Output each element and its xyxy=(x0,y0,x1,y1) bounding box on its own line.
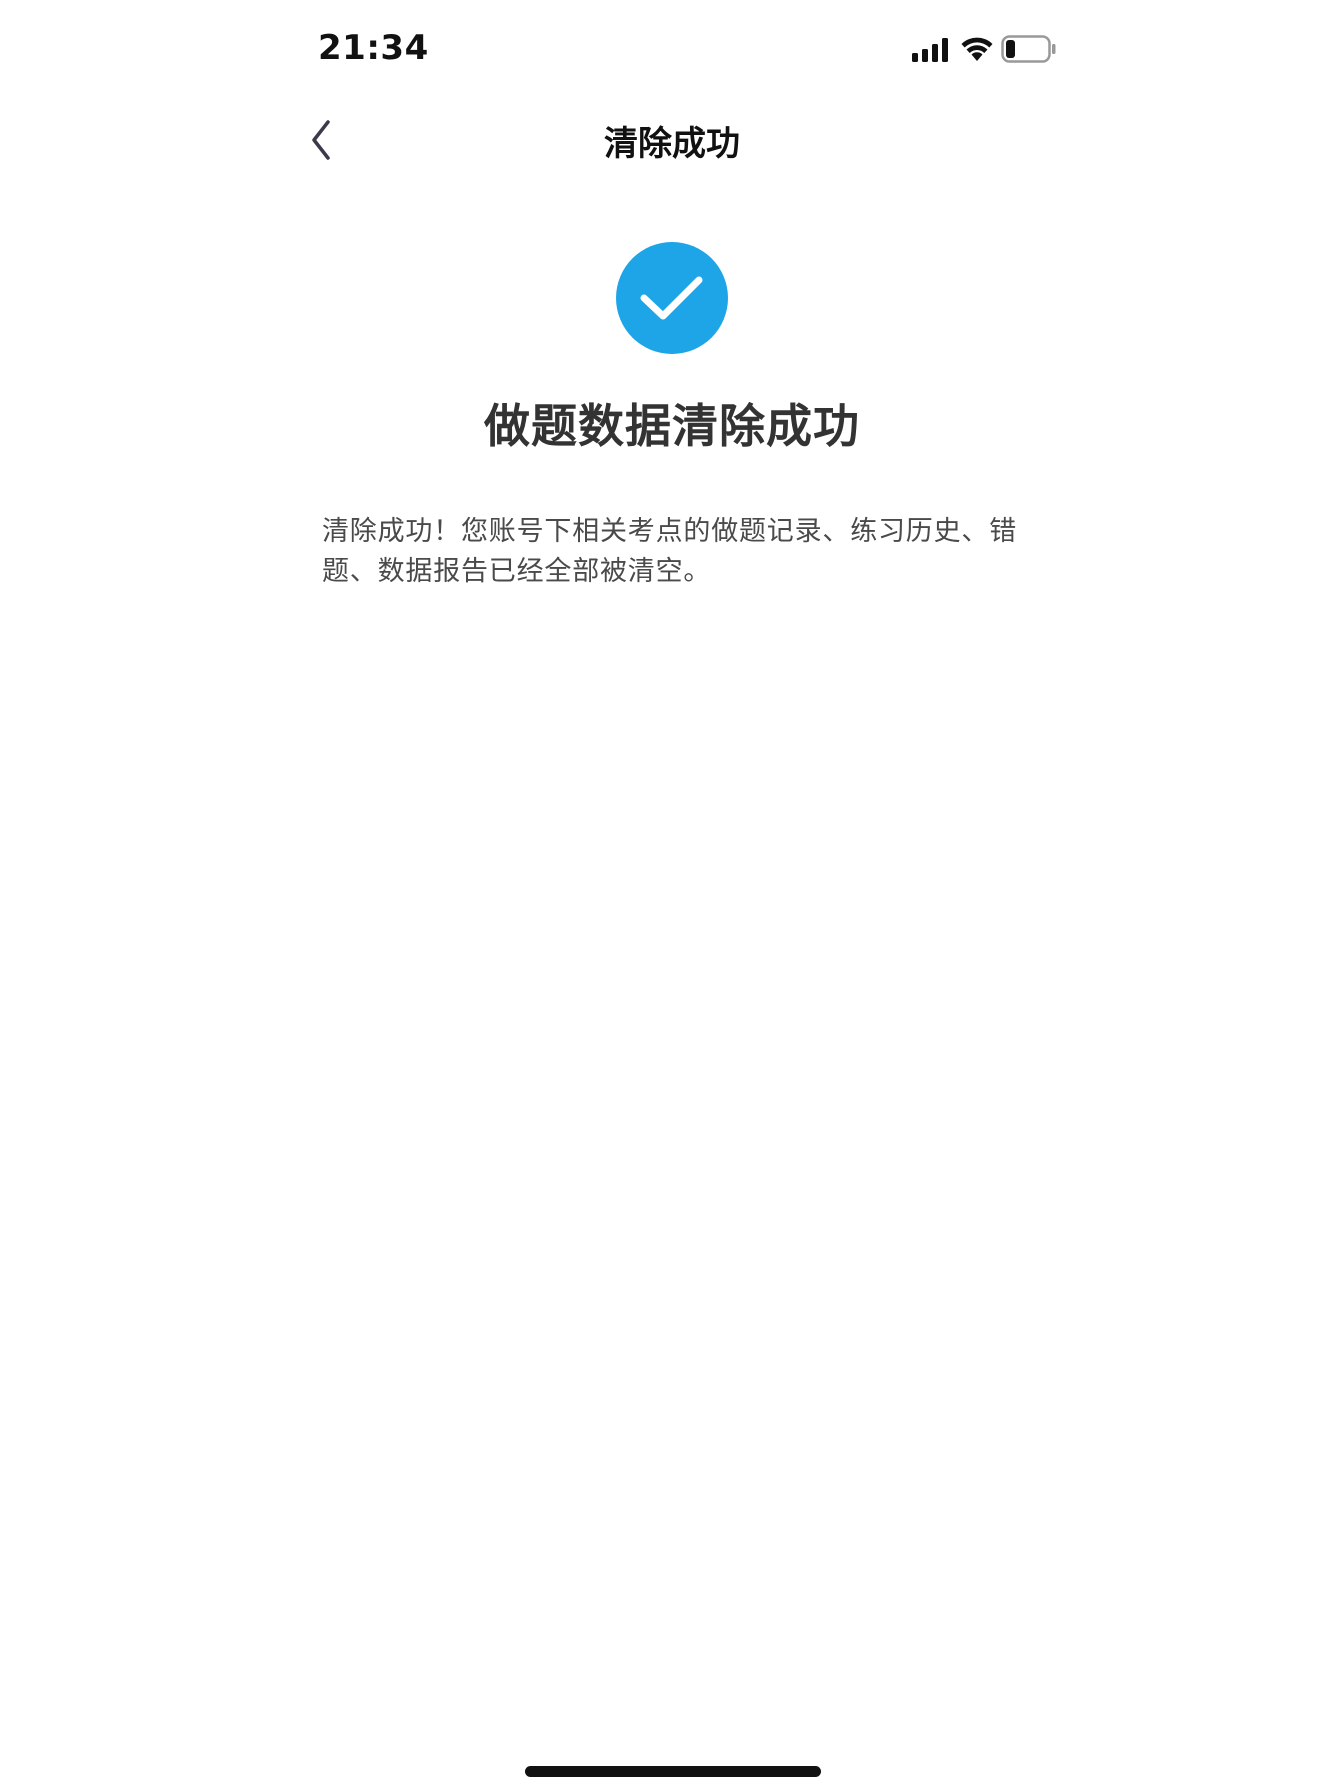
result-description: 清除成功！您账号下相关考点的做题记录、练习历史、错题、数据报告已经全部被清空。 xyxy=(322,516,1017,587)
status-time: 21:34 xyxy=(318,28,429,68)
status-bar: 21:34 xyxy=(0,0,1344,96)
wifi-icon xyxy=(961,37,993,61)
nav-bar: 清除成功 xyxy=(0,96,1344,184)
battery-icon xyxy=(1001,35,1056,63)
cellular-signal-icon xyxy=(912,38,948,62)
checkmark-circle-icon xyxy=(616,242,728,354)
page-title: 清除成功 xyxy=(604,124,740,164)
success-checkmark xyxy=(616,242,728,354)
result-title: 做题数据清除成功 xyxy=(484,399,860,453)
home-indicator[interactable] xyxy=(525,1766,821,1777)
